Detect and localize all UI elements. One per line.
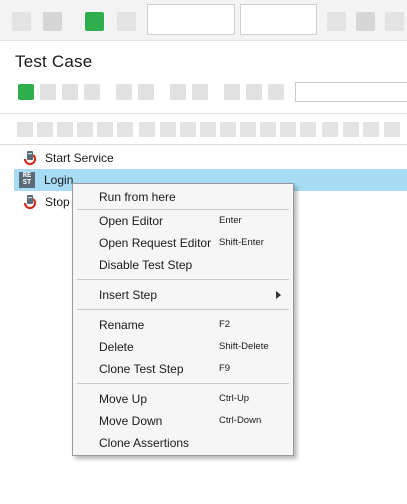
teststep-toolbar xyxy=(0,118,407,140)
toolbar-button[interactable] xyxy=(116,84,132,100)
toolbar-button[interactable] xyxy=(363,122,379,137)
toolbar-field[interactable] xyxy=(147,4,235,35)
menu-item-label: Run from here xyxy=(99,190,176,204)
step-label: Stop xyxy=(45,195,70,209)
menu-item-shortcut: F2 xyxy=(219,319,231,330)
menu-item-move-down[interactable]: Move Down Ctrl-Down xyxy=(73,410,293,432)
toolbar-button[interactable] xyxy=(343,122,359,137)
main-toolbar xyxy=(0,0,407,41)
submenu-arrow-icon xyxy=(276,291,281,299)
start-service-icon xyxy=(23,151,37,166)
toolbar-button[interactable] xyxy=(37,122,53,137)
testcase-filter-input[interactable] xyxy=(295,82,407,102)
toolbar-button[interactable] xyxy=(300,122,316,137)
panel-header: Test Case xyxy=(0,44,407,78)
toolbar-button[interactable] xyxy=(385,12,404,31)
toolbar-button[interactable] xyxy=(139,122,155,137)
toolbar-button[interactable] xyxy=(220,122,236,137)
menu-item-rename[interactable]: Rename F2 xyxy=(73,314,293,336)
run-testcase-icon[interactable] xyxy=(18,84,34,100)
menu-item-insert-step[interactable]: Insert Step xyxy=(73,284,293,306)
toolbar-button[interactable] xyxy=(192,84,208,100)
toolbar-button[interactable] xyxy=(180,122,196,137)
toolbar-button[interactable] xyxy=(17,122,33,137)
menu-item-disable-test-step[interactable]: Disable Test Step xyxy=(73,254,293,276)
step-label: Login xyxy=(44,173,74,187)
menu-item-move-up[interactable]: Move Up Ctrl-Up xyxy=(73,388,293,410)
menu-item-shortcut: Ctrl-Up xyxy=(219,393,250,404)
menu-item-label: Open Request Editor xyxy=(99,236,212,250)
menu-item-label: Move Up xyxy=(99,392,148,406)
menu-item-open-editor[interactable]: Open Editor Enter xyxy=(73,210,293,232)
toolbar-button[interactable] xyxy=(160,122,176,137)
menu-item-label: Rename xyxy=(99,318,145,332)
menu-item-clone-test-step[interactable]: Clone Test Step F9 xyxy=(73,358,293,380)
toolbar-field[interactable] xyxy=(240,4,317,35)
menu-separator xyxy=(77,309,289,310)
toolbar-button[interactable] xyxy=(322,122,338,137)
toolbar-button[interactable] xyxy=(62,84,78,100)
menu-item-clone-assertions[interactable]: Clone Assertions xyxy=(73,432,293,454)
menu-item-label: Disable Test Step xyxy=(99,258,193,272)
step-label: Start Service xyxy=(45,151,114,165)
menu-item-label: Open Editor xyxy=(99,214,164,228)
toolbar-button[interactable] xyxy=(224,84,240,100)
toolbar-button[interactable] xyxy=(268,84,284,100)
menu-item-delete[interactable]: Delete Shift-Delete xyxy=(73,336,293,358)
rest-request-icon: RE ST xyxy=(19,172,35,188)
menu-item-label: Clone Assertions xyxy=(99,436,190,450)
toolbar-button[interactable] xyxy=(170,84,186,100)
panel-title: Test Case xyxy=(15,52,93,71)
toolbar-button[interactable] xyxy=(246,84,262,100)
toolbar-button[interactable] xyxy=(200,122,216,137)
toolbar-button[interactable] xyxy=(280,122,296,137)
menu-item-shortcut: Shift-Enter xyxy=(219,237,264,248)
list-item[interactable]: Start Service xyxy=(15,147,407,169)
menu-item-shortcut: F9 xyxy=(219,363,231,374)
menu-item-label: Delete xyxy=(99,340,134,354)
toolbar-button[interactable] xyxy=(384,122,400,137)
divider xyxy=(0,113,407,114)
menu-separator xyxy=(77,279,289,280)
context-menu: Run from here Open Editor Enter Open Req… xyxy=(72,183,294,456)
toolbar-button[interactable] xyxy=(117,12,136,31)
menu-item-shortcut: Ctrl-Down xyxy=(219,415,262,426)
menu-item-shortcut: Shift-Delete xyxy=(219,341,269,352)
menu-item-open-request-editor[interactable]: Open Request Editor Shift-Enter xyxy=(73,232,293,254)
toolbar-button[interactable] xyxy=(40,84,56,100)
toolbar-button[interactable] xyxy=(356,12,375,31)
menu-item-label: Clone Test Step xyxy=(99,362,184,376)
toolbar-button[interactable] xyxy=(138,84,154,100)
toolbar-button[interactable] xyxy=(97,122,113,137)
toolbar-button[interactable] xyxy=(84,84,100,100)
menu-item-label: Insert Step xyxy=(99,288,158,302)
toolbar-button[interactable] xyxy=(12,12,31,31)
menu-item-label: Move Down xyxy=(99,414,163,428)
menu-item-shortcut: Enter xyxy=(219,215,242,226)
toolbar-button[interactable] xyxy=(327,12,346,31)
toolbar-button[interactable] xyxy=(77,122,93,137)
run-icon[interactable] xyxy=(85,12,104,31)
menu-separator xyxy=(77,383,289,384)
toolbar-button[interactable] xyxy=(43,12,62,31)
toolbar-button[interactable] xyxy=(240,122,256,137)
toolbar-button[interactable] xyxy=(117,122,133,137)
toolbar-button[interactable] xyxy=(57,122,73,137)
testcase-toolbar xyxy=(0,80,407,106)
stop-service-icon xyxy=(23,195,37,210)
menu-item-run-from-here[interactable]: Run from here xyxy=(73,186,293,208)
toolbar-button[interactable] xyxy=(260,122,276,137)
